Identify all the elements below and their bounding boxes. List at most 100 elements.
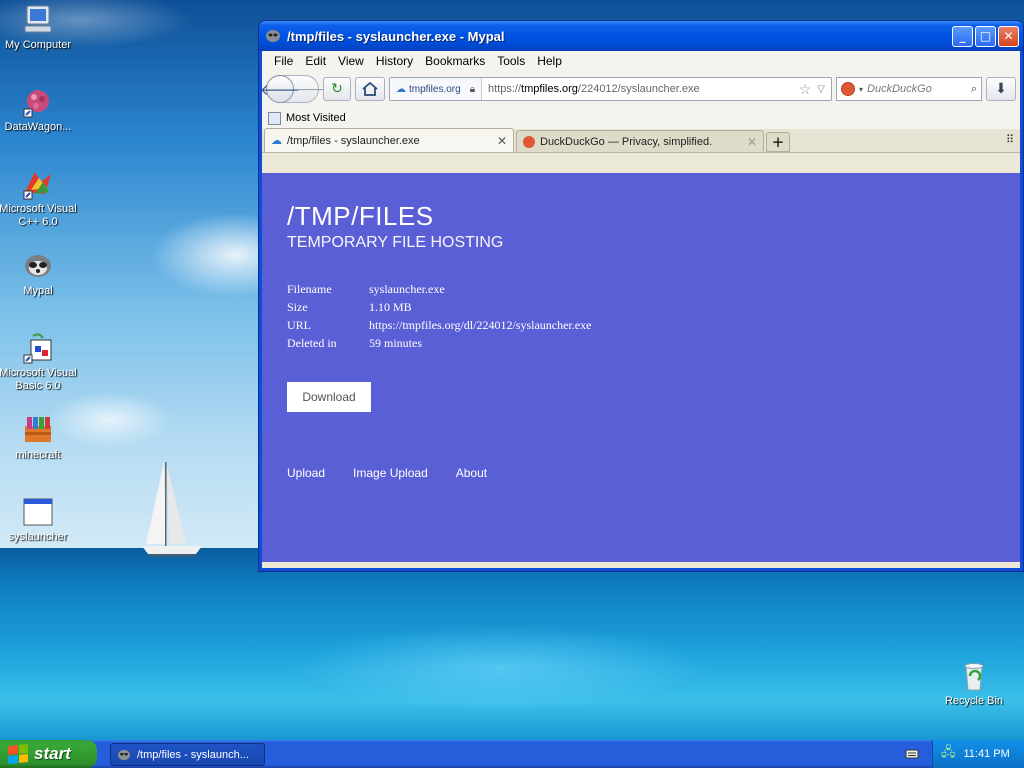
menu-tools[interactable]: Tools bbox=[491, 54, 531, 68]
taskbar-item-label: /tmp/files - syslaunch... bbox=[137, 748, 249, 761]
menu-bar: File Edit View History Bookmarks Tools H… bbox=[262, 51, 1020, 71]
url-dropdown-icon[interactable]: ▽ bbox=[817, 84, 825, 95]
info-key: Size bbox=[287, 300, 308, 314]
window-title: /tmp/files - syslauncher.exe - Mypal bbox=[287, 28, 505, 44]
menu-help[interactable]: Help bbox=[531, 54, 568, 68]
tab-list-icon[interactable]: ⠿ bbox=[1006, 133, 1014, 146]
search-engine-dropdown-icon[interactable]: ▾ bbox=[859, 85, 863, 94]
desktop-icon-label: DataWagon... bbox=[4, 121, 72, 133]
home-button[interactable] bbox=[355, 77, 385, 101]
info-key: Filename bbox=[287, 282, 332, 296]
desktop-wallpaper-sea bbox=[0, 548, 1024, 740]
info-row-filename: Filename syslauncher.exe bbox=[287, 282, 1020, 300]
most-visited-icon bbox=[268, 111, 281, 125]
url-prefix: https:// bbox=[488, 83, 522, 95]
tab-label: /tmp/files - syslauncher.exe bbox=[287, 134, 420, 147]
back-button[interactable]: 🡐 bbox=[260, 75, 300, 103]
desktop-icon-visual-basic[interactable]: Microsoft Visual Basic 6.0 bbox=[0, 332, 78, 393]
footer-links: Upload Image Upload About bbox=[287, 466, 487, 480]
site-identity-label: tmpfiles.org bbox=[409, 83, 461, 95]
desktop-icon-recycle-bin[interactable]: Recycle Bin bbox=[934, 660, 1014, 708]
info-value: syslauncher.exe bbox=[369, 282, 445, 296]
desktop-icon-my-computer[interactable]: My Computer bbox=[0, 4, 78, 52]
recycle-bin-icon bbox=[964, 663, 984, 691]
info-row-deleted-in: Deleted in 59 minutes bbox=[287, 336, 1020, 354]
tab-strip: ☁ /tmp/files - syslauncher.exe ✕ DuckDuc… bbox=[262, 128, 1020, 153]
footer-link-image-upload[interactable]: Image Upload bbox=[353, 466, 428, 480]
application-window-icon bbox=[23, 498, 53, 526]
taskbar-item-browser[interactable]: /tmp/files - syslaunch... bbox=[110, 743, 265, 766]
tab-duckduckgo[interactable]: DuckDuckGo — Privacy, simplified. ✕ bbox=[516, 130, 764, 152]
menu-history[interactable]: History bbox=[370, 54, 419, 68]
computer-icon bbox=[24, 5, 52, 33]
file-info-table: Filename syslauncher.exe Size 1.10 MB UR… bbox=[287, 282, 1020, 354]
maximize-button[interactable]: □ bbox=[975, 25, 996, 47]
desktop-icon-visual-cpp[interactable]: Microsoft Visual C++ 6.0 bbox=[0, 168, 78, 229]
desktop-icon-label: Mypal bbox=[23, 285, 53, 297]
page-subtitle: TEMPORARY FILE HOSTING bbox=[287, 234, 504, 251]
duckduckgo-icon[interactable] bbox=[841, 82, 855, 96]
keyboard-icon[interactable] bbox=[905, 746, 919, 760]
search-box[interactable]: ▾ DuckDuckGo ⌕ bbox=[836, 77, 982, 101]
sailboat-image bbox=[142, 462, 202, 557]
url-host: tmpfiles.org bbox=[521, 83, 578, 95]
raccoon-icon bbox=[25, 255, 51, 277]
mypal-icon bbox=[118, 749, 130, 760]
desktop-icon-label: minecraft bbox=[15, 449, 61, 461]
window-titlebar[interactable]: /tmp/files - syslauncher.exe - Mypal _ □… bbox=[259, 21, 1023, 51]
downloads-button[interactable]: ⬇ bbox=[986, 77, 1016, 101]
most-visited-folder[interactable]: Most Visited bbox=[286, 112, 346, 124]
download-button[interactable]: Download bbox=[287, 382, 371, 412]
plus-icon: + bbox=[771, 133, 785, 151]
info-value: https://tmpfiles.org/dl/224012/syslaunch… bbox=[369, 318, 592, 332]
cloud-icon: ☁ bbox=[271, 135, 282, 147]
back-forward-group: 🡐 🡒 bbox=[260, 75, 332, 103]
datawagon-icon bbox=[23, 90, 49, 118]
tab-close-icon[interactable]: ✕ bbox=[497, 134, 507, 148]
tab-close-icon[interactable]: ✕ bbox=[747, 135, 757, 149]
visual-basic-icon bbox=[23, 333, 52, 364]
tab-tmpfiles[interactable]: ☁ /tmp/files - syslauncher.exe ✕ bbox=[264, 128, 514, 152]
info-row-size: Size 1.10 MB bbox=[287, 300, 1020, 318]
reload-icon: ↻ bbox=[331, 81, 343, 97]
desktop-icon-datawagon[interactable]: DataWagon... bbox=[0, 86, 78, 134]
new-tab-button[interactable]: + bbox=[766, 132, 790, 152]
desktop-icon-label: syslauncher bbox=[8, 531, 68, 543]
taskbar: start /tmp/files - syslaunch... 🖧︎ 11:41… bbox=[0, 740, 1024, 768]
url-text: https://tmpfiles.org/224012/syslauncher.… bbox=[482, 83, 700, 95]
url-path: /224012/syslauncher.exe bbox=[577, 83, 700, 95]
desktop-icon-syslauncher[interactable]: syslauncher bbox=[0, 496, 78, 544]
menu-view[interactable]: View bbox=[332, 54, 370, 68]
url-bar[interactable]: ☁ tmpfiles.org 🔒︎ https://tmpfiles.org/2… bbox=[389, 77, 832, 101]
close-button[interactable]: ✕ bbox=[998, 25, 1019, 47]
browser-window: /tmp/files - syslauncher.exe - Mypal _ □… bbox=[258, 20, 1024, 572]
menu-bookmarks[interactable]: Bookmarks bbox=[419, 54, 491, 68]
menu-edit[interactable]: Edit bbox=[299, 54, 332, 68]
start-button[interactable]: start bbox=[0, 740, 97, 768]
duckduckgo-icon bbox=[523, 135, 535, 148]
download-arrow-icon: ⬇ bbox=[995, 81, 1007, 97]
desktop-icon-label: Microsoft Visual C++ 6.0 bbox=[0, 203, 77, 228]
minimize-button[interactable]: _ bbox=[952, 25, 973, 47]
info-value: 59 minutes bbox=[369, 336, 422, 350]
desktop-icon-label: Recycle Bin bbox=[944, 695, 1004, 707]
desktop-icon-label: Microsoft Visual Basic 6.0 bbox=[0, 367, 77, 392]
lock-icon: 🔒︎ bbox=[469, 83, 476, 95]
search-input[interactable]: DuckDuckGo bbox=[867, 83, 967, 95]
info-key: Deleted in bbox=[287, 336, 337, 350]
start-label: start bbox=[34, 744, 71, 763]
site-identity-button[interactable]: ☁ tmpfiles.org 🔒︎ bbox=[390, 78, 483, 100]
forward-button[interactable]: 🡒 bbox=[294, 81, 332, 98]
menu-file[interactable]: File bbox=[268, 54, 299, 68]
bookmarks-toolbar: Most Visited bbox=[262, 107, 1020, 129]
navigation-toolbar: 🡐 🡒 ↻ ☁ tmpfiles.org 🔒︎ https://tmpfiles… bbox=[260, 71, 1020, 107]
search-icon[interactable]: ⌕ bbox=[971, 83, 977, 96]
cloud-icon: ☁ bbox=[396, 83, 406, 95]
footer-link-upload[interactable]: Upload bbox=[287, 466, 325, 480]
bookmark-star-icon[interactable]: ☆ bbox=[799, 81, 812, 98]
desktop-icon-minecraft[interactable]: minecraft bbox=[0, 414, 78, 462]
network-icon[interactable]: 🖧︎ bbox=[941, 743, 956, 765]
desktop-icon-mypal[interactable]: Mypal bbox=[0, 250, 78, 298]
reload-button[interactable]: ↻ bbox=[323, 77, 351, 101]
footer-link-about[interactable]: About bbox=[456, 466, 487, 480]
